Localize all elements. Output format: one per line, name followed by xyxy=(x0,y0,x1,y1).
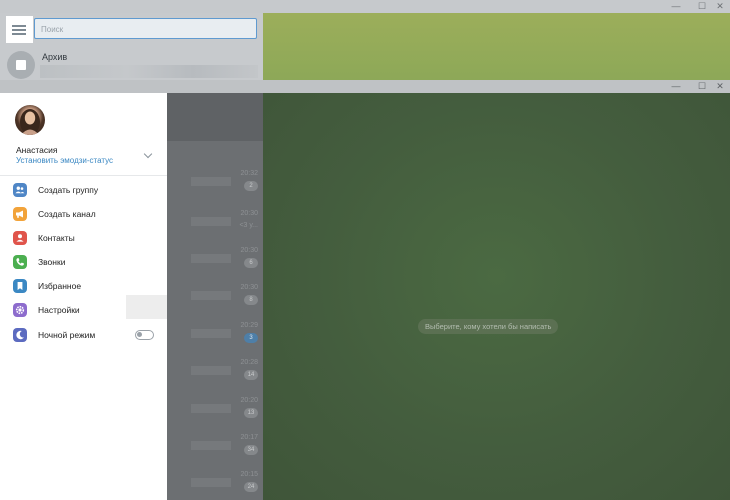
menu-item-label: Избранное xyxy=(38,281,82,291)
chat-row-preview xyxy=(191,404,231,413)
phone-icon-glyph xyxy=(16,258,24,266)
menu-item-contacts[interactable]: Контакты xyxy=(0,226,167,250)
archive-label[interactable]: Архив xyxy=(42,52,67,62)
unread-badge: 6 xyxy=(244,258,258,268)
search-input[interactable] xyxy=(35,20,256,39)
chat-row[interactable]: 20:32 2 xyxy=(167,169,263,193)
maximize-icon[interactable]: ☐ xyxy=(692,80,712,93)
chat-list: 20:32 2 20:30 <3 у... 20:30 6 20:30 8 20… xyxy=(167,93,263,500)
unread-badge: 14 xyxy=(244,370,258,380)
menu-item-label: Создать канал xyxy=(38,209,96,219)
set-emoji-status-link[interactable]: Установить эмодзи-статус xyxy=(16,156,113,165)
toggle-knob xyxy=(137,332,142,337)
avatar[interactable] xyxy=(15,105,45,135)
bookmark-icon xyxy=(13,279,27,293)
hamburger-menu-button[interactable] xyxy=(6,16,33,43)
moon-icon xyxy=(13,328,27,342)
chat-row[interactable]: 20:20 13 xyxy=(167,396,263,420)
unread-badge: 13 xyxy=(244,408,258,418)
chat-row[interactable]: 20:28 14 xyxy=(167,358,263,382)
group-icon-glyph xyxy=(15,186,25,194)
chat-row[interactable]: 20:30 6 xyxy=(167,246,263,270)
group-icon xyxy=(13,183,27,197)
divider xyxy=(0,175,167,176)
chat-time: 20:30 xyxy=(240,210,258,217)
unread-badge: 2 xyxy=(244,181,258,191)
archive-avatar[interactable] xyxy=(7,51,35,79)
avatar-portrait xyxy=(20,109,40,135)
chat-list-header xyxy=(167,93,263,141)
chevron-down-icon xyxy=(143,149,153,159)
expand-accounts-button[interactable] xyxy=(142,149,156,162)
chat-time: 20:15 xyxy=(240,471,258,478)
gear-icon-glyph xyxy=(15,305,25,315)
chat-time: 20:29 xyxy=(240,322,258,329)
chat-row-preview xyxy=(191,441,231,450)
archive-preview-blurred xyxy=(40,65,258,78)
search-box[interactable] xyxy=(34,18,257,39)
background-title-bar: — ☐ ✕ xyxy=(0,0,730,13)
chat-area xyxy=(263,93,730,500)
background-chat-wallpaper xyxy=(263,13,730,80)
chat-row[interactable]: 20:30 8 xyxy=(167,283,263,307)
menu-item-create-channel[interactable]: Создать канал xyxy=(7,202,127,226)
contact-icon-glyph xyxy=(16,234,24,242)
unread-badge: 3 xyxy=(244,333,258,343)
chat-row-preview xyxy=(191,254,231,263)
chat-time: 20:32 xyxy=(240,170,258,177)
menu-item-settings[interactable]: Настройки xyxy=(0,298,167,322)
chat-row[interactable]: 20:15 24 xyxy=(167,470,263,494)
night-mode-toggle[interactable] xyxy=(135,330,154,340)
unread-badge: 8 xyxy=(244,295,258,305)
menu-item-label: Звонки xyxy=(38,257,66,267)
menu-item-label: Создать группу xyxy=(38,185,99,195)
chat-preview-text: <3 у... xyxy=(239,222,258,229)
menu-item-night-mode[interactable]: Ночной режим xyxy=(0,323,167,347)
menu-item-create-group[interactable]: Создать группу xyxy=(0,178,167,202)
chat-time: 20:30 xyxy=(240,247,258,254)
phone-icon xyxy=(13,255,27,269)
menu-item-calls[interactable]: Звонки xyxy=(0,250,167,274)
menu-item-label: Настройки xyxy=(38,305,80,315)
chat-row[interactable]: 20:29 3 xyxy=(167,321,263,345)
chat-row-preview xyxy=(191,366,231,375)
minimize-icon[interactable]: — xyxy=(666,80,686,93)
profile-name: Анастасия xyxy=(16,145,58,155)
side-drawer-menu: Анастасия Установить эмодзи-статус Созда… xyxy=(0,93,167,500)
close-icon[interactable]: ✕ xyxy=(710,80,730,93)
chat-row-preview xyxy=(191,478,231,487)
chat-time: 20:28 xyxy=(240,359,258,366)
empty-chat-hint: Выберите, кому хотели бы написать xyxy=(418,319,559,334)
gear-icon xyxy=(13,303,27,317)
chat-row[interactable]: 20:30 <3 у... xyxy=(167,209,263,233)
chat-time: 20:17 xyxy=(240,434,258,441)
chat-row-preview xyxy=(191,177,231,186)
minimize-icon[interactable]: — xyxy=(666,0,686,13)
chat-time: 20:30 xyxy=(240,284,258,291)
contact-icon xyxy=(13,231,27,245)
chat-row-preview xyxy=(191,217,231,226)
archive-icon xyxy=(16,60,26,70)
menu-item-label: Контакты xyxy=(38,233,75,243)
close-icon[interactable]: ✕ xyxy=(710,0,730,13)
maximize-icon[interactable]: ☐ xyxy=(692,0,712,13)
hamburger-icon-bar xyxy=(12,33,26,35)
moon-icon-glyph xyxy=(16,330,24,340)
megaphone-icon xyxy=(13,207,27,221)
megaphone-icon-glyph xyxy=(16,210,23,218)
chat-time: 20:20 xyxy=(240,397,258,404)
chat-row-preview xyxy=(191,291,231,300)
hamburger-icon xyxy=(12,25,26,27)
menu-item-saved-messages[interactable]: Избранное xyxy=(0,274,167,298)
bookmark-icon-glyph xyxy=(17,282,23,290)
menu-item-label: Ночной режим xyxy=(38,330,96,340)
chat-row[interactable]: 20:17 34 xyxy=(167,433,263,457)
chat-row-preview xyxy=(191,329,231,338)
unread-badge: 24 xyxy=(244,482,258,492)
unread-badge: 34 xyxy=(244,445,258,455)
title-bar: — ☐ ✕ xyxy=(0,80,730,93)
hamburger-icon-bar xyxy=(12,29,26,31)
